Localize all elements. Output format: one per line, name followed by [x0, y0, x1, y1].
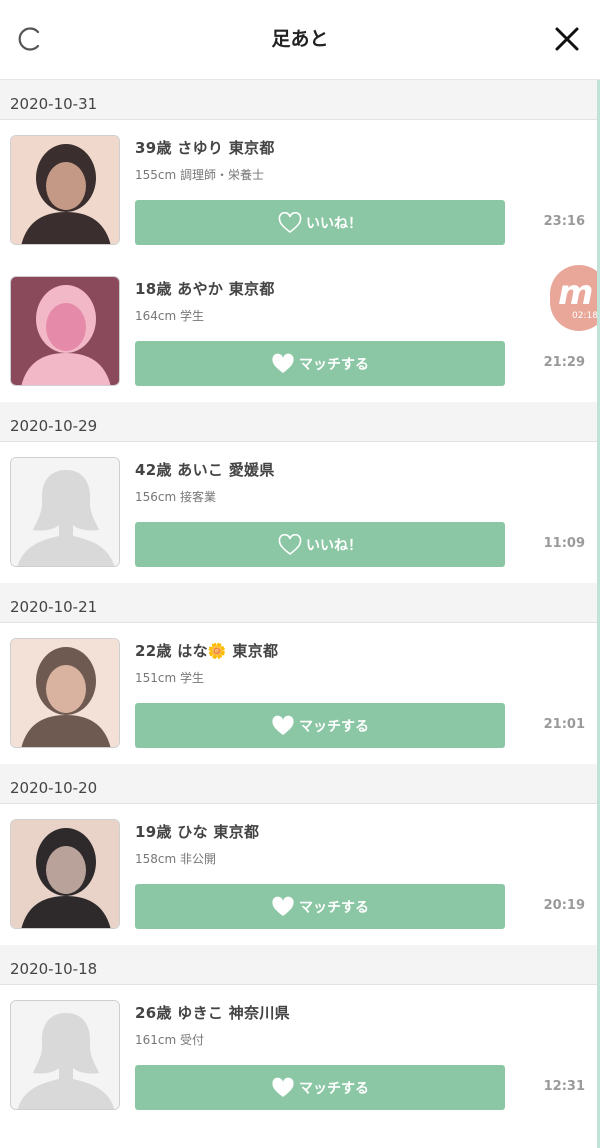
avatar[interactable] [10, 638, 120, 748]
match-button[interactable]: マッチする [135, 1065, 505, 1110]
profile-details: 161cm 受付 [135, 1033, 205, 1047]
footprint-list: 2020-10-31 39歳 さゆり 東京都 155cm 調理師・栄養士いいね！ 23… [0, 80, 600, 1126]
heart-icon [271, 715, 299, 737]
profile-info: 26歳 ゆきこ 神奈川県 161cm 受付 [135, 1002, 290, 1048]
date-separator: 2020-10-21 [0, 583, 600, 623]
visit-time: 12:31 [543, 1079, 585, 1094]
avatar[interactable] [10, 135, 120, 245]
heart-icon [271, 353, 299, 375]
badge-letter: m [558, 273, 594, 313]
heart-outline-icon [278, 533, 306, 556]
profile-info: 22歳 はな🌼 東京都 151cm 学生 [135, 640, 278, 686]
heart-icon [271, 1077, 299, 1099]
button-label: マッチする [299, 899, 369, 916]
match-button[interactable]: マッチする [135, 703, 505, 748]
profile-info: 19歳 ひな 東京都 158cm 非公開 [135, 821, 259, 867]
visit-time: 21:01 [543, 717, 585, 732]
like-button[interactable]: いいね！ [135, 522, 505, 567]
button-label: いいね！ [306, 537, 362, 554]
profile-info: 42歳 あいこ 愛媛県 156cm 接客業 [135, 459, 275, 505]
button-label: マッチする [299, 1080, 369, 1097]
profile-details: 156cm 接客業 [135, 490, 217, 504]
floating-badge[interactable]: m 02:18 [550, 265, 600, 331]
profile-name: 39歳 さゆり 東京都 [135, 139, 275, 157]
badge-time: 02:18 [572, 311, 598, 321]
date-separator: 2020-10-20 [0, 764, 600, 804]
profile-name: 26歳 ゆきこ 神奈川県 [135, 1004, 290, 1022]
profile-info: 39歳 さゆり 東京都 155cm 調理師・栄養士 [135, 137, 275, 183]
avatar[interactable] [10, 457, 120, 567]
profile-name: 22歳 はな🌼 東京都 [135, 642, 279, 660]
like-button[interactable]: いいね！ [135, 200, 505, 245]
close-icon[interactable] [552, 24, 582, 54]
date-separator: 2020-10-29 [0, 402, 600, 442]
profile-details: 151cm 学生 [135, 671, 205, 685]
footprint-row[interactable]: 19歳 ひな 東京都 158cm 非公開マッチする 20:19 [0, 804, 600, 945]
profile-name: 42歳 あいこ 愛媛県 [135, 461, 275, 479]
visit-time: 21:29 [543, 355, 585, 370]
button-label: マッチする [299, 356, 369, 373]
heart-outline-icon [278, 211, 306, 234]
avatar[interactable] [10, 1000, 120, 1110]
date-separator: 2020-10-18 [0, 945, 600, 985]
button-label: マッチする [299, 718, 369, 735]
visit-time: 23:16 [543, 214, 585, 229]
footprint-row[interactable]: 42歳 あいこ 愛媛県 156cm 接客業いいね！ 11:09 [0, 442, 600, 583]
profile-details: 158cm 非公開 [135, 852, 217, 866]
profile-name: 19歳 ひな 東京都 [135, 823, 260, 841]
match-button[interactable]: マッチする [135, 341, 505, 386]
date-separator: 2020-10-31 [0, 80, 600, 120]
footprint-row[interactable]: 39歳 さゆり 東京都 155cm 調理師・栄養士いいね！ 23:16 [0, 120, 600, 261]
visit-time: 20:19 [543, 898, 585, 913]
avatar[interactable] [10, 819, 120, 929]
button-label: いいね！ [306, 215, 362, 232]
footprint-row[interactable]: 22歳 はな🌼 東京都 151cm 学生マッチする 21:01 [0, 623, 600, 764]
heart-icon [271, 896, 299, 918]
footprint-row[interactable]: 26歳 ゆきこ 神奈川県 161cm 受付マッチする 12:31 [0, 985, 600, 1126]
profile-name: 18歳 あやか 東京都 [135, 280, 275, 298]
footprint-row[interactable]: 18歳 あやか 東京都 164cm 学生マッチする 21:29 [0, 261, 600, 402]
profile-info: 18歳 あやか 東京都 164cm 学生 [135, 278, 275, 324]
header: 足あと [0, 0, 600, 80]
profile-details: 155cm 調理師・栄養士 [135, 168, 265, 182]
profile-details: 164cm 学生 [135, 309, 205, 323]
match-button[interactable]: マッチする [135, 884, 505, 929]
visit-time: 11:09 [543, 536, 585, 551]
page-title: 足あと [271, 28, 329, 50]
avatar[interactable] [10, 276, 120, 386]
